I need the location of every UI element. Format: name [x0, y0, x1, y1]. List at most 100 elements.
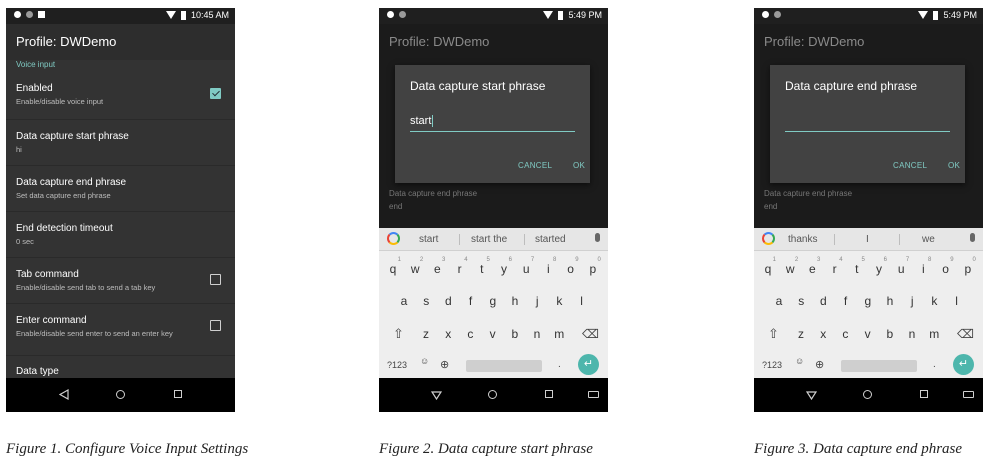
key-h[interactable]: h [505, 294, 525, 308]
key-z[interactable]: z [416, 327, 436, 341]
key-a[interactable]: a [769, 294, 789, 308]
globe-icon[interactable]: ⊕ [440, 358, 449, 371]
key-i[interactable]: i8 [538, 257, 558, 276]
key-u[interactable]: u7 [891, 257, 911, 276]
setting-end-phrase[interactable]: Data capture end phrase Set data capture… [6, 166, 235, 212]
key-m[interactable]: m [549, 327, 569, 341]
symbols-key[interactable]: ?123 [762, 360, 782, 370]
key-k[interactable]: k [549, 294, 569, 308]
key-h[interactable]: h [880, 294, 900, 308]
setting-enabled[interactable]: Enabled Enable/disable voice input [6, 72, 235, 120]
key-a[interactable]: a [394, 294, 414, 308]
home-icon[interactable] [488, 390, 497, 399]
key-b[interactable]: b [505, 327, 525, 341]
start-phrase-input[interactable]: start [410, 115, 575, 132]
key-v[interactable]: v [483, 327, 503, 341]
key-m[interactable]: m [924, 327, 944, 341]
key-x[interactable]: x [813, 327, 833, 341]
suggestion-3[interactable]: started [535, 234, 566, 245]
setting-start-phrase[interactable]: Data capture start phrase hi [6, 120, 235, 166]
home-icon[interactable] [116, 390, 125, 399]
keyboard-icon[interactable] [963, 391, 974, 398]
mic-icon[interactable] [595, 233, 600, 242]
ok-button[interactable]: OK [948, 161, 960, 170]
globe-icon[interactable]: ⊕ [815, 358, 824, 371]
key-q[interactable]: q1 [758, 257, 778, 276]
key-u[interactable]: u7 [516, 257, 536, 276]
suggestion-1[interactable]: thanks [788, 234, 817, 245]
key-b[interactable]: b [880, 327, 900, 341]
enter-icon[interactable]: ↵ [953, 354, 974, 375]
key-l[interactable]: l [947, 294, 967, 308]
emoji-icon[interactable]: ☺ [420, 356, 429, 366]
key-t[interactable]: t5 [472, 257, 492, 276]
suggestion-3[interactable]: we [922, 234, 935, 245]
google-icon[interactable] [762, 232, 775, 245]
key-j[interactable]: j [902, 294, 922, 308]
setting-end-timeout[interactable]: End detection timeout 0 sec [6, 212, 235, 258]
key-y[interactable]: y6 [494, 257, 514, 276]
key-c[interactable]: c [460, 327, 480, 341]
back-icon[interactable] [431, 391, 442, 400]
key-x[interactable]: x [438, 327, 458, 341]
enter-icon[interactable]: ↵ [578, 354, 599, 375]
space-key[interactable] [841, 360, 917, 372]
key-l[interactable]: l [572, 294, 592, 308]
key-t[interactable]: t5 [847, 257, 867, 276]
key-o[interactable]: o9 [561, 257, 581, 276]
key-p[interactable]: p0 [583, 257, 603, 276]
key-k[interactable]: k [924, 294, 944, 308]
key-y[interactable]: y6 [869, 257, 889, 276]
cancel-button[interactable]: CANCEL [893, 161, 927, 170]
key-w[interactable]: w2 [405, 257, 425, 276]
emoji-icon[interactable]: ☺ [795, 356, 804, 366]
enabled-checkbox[interactable] [210, 88, 221, 99]
suggestion-2[interactable]: I [866, 234, 869, 245]
keyboard-icon[interactable] [588, 391, 599, 398]
key-n[interactable]: n [527, 327, 547, 341]
key-q[interactable]: q1 [383, 257, 403, 276]
key-s[interactable]: s [791, 294, 811, 308]
key-v[interactable]: v [858, 327, 878, 341]
ok-button[interactable]: OK [573, 161, 585, 170]
shift-icon[interactable]: ⇧ [393, 326, 404, 342]
setting-enter-command[interactable]: Enter command Enable/disable send enter … [6, 304, 235, 356]
key-r[interactable]: r4 [450, 257, 470, 276]
key-f[interactable]: f [836, 294, 856, 308]
key-s[interactable]: s [416, 294, 436, 308]
shift-icon[interactable]: ⇧ [768, 326, 779, 342]
cancel-button[interactable]: CANCEL [518, 161, 552, 170]
enter-command-checkbox[interactable] [210, 320, 221, 331]
suggestion-1[interactable]: start [419, 234, 438, 245]
tab-command-checkbox[interactable] [210, 274, 221, 285]
key-d[interactable]: d [813, 294, 833, 308]
back-icon[interactable] [806, 391, 817, 400]
key-f[interactable]: f [461, 294, 481, 308]
key-i[interactable]: i8 [913, 257, 933, 276]
google-icon[interactable] [387, 232, 400, 245]
key-e[interactable]: e3 [802, 257, 822, 276]
key-z[interactable]: z [791, 327, 811, 341]
key-w[interactable]: w2 [780, 257, 800, 276]
key-g[interactable]: g [858, 294, 878, 308]
home-icon[interactable] [863, 390, 872, 399]
backspace-icon[interactable]: ⌫ [957, 327, 974, 341]
backspace-icon[interactable]: ⌫ [582, 327, 599, 341]
key-e[interactable]: e3 [427, 257, 447, 276]
recents-icon[interactable] [174, 390, 182, 398]
back-icon[interactable] [59, 389, 69, 400]
period-key[interactable]: . [933, 359, 936, 370]
key-p[interactable]: p0 [958, 257, 978, 276]
key-j[interactable]: j [527, 294, 547, 308]
suggestion-2[interactable]: start the [471, 234, 507, 245]
recents-icon[interactable] [545, 390, 553, 398]
key-g[interactable]: g [483, 294, 503, 308]
key-o[interactable]: o9 [936, 257, 956, 276]
space-key[interactable] [466, 360, 542, 372]
recents-icon[interactable] [920, 390, 928, 398]
setting-tab-command[interactable]: Tab command Enable/disable send tab to s… [6, 258, 235, 304]
mic-icon[interactable] [970, 233, 975, 242]
period-key[interactable]: . [558, 359, 561, 370]
key-d[interactable]: d [438, 294, 458, 308]
end-phrase-input[interactable] [785, 115, 950, 132]
